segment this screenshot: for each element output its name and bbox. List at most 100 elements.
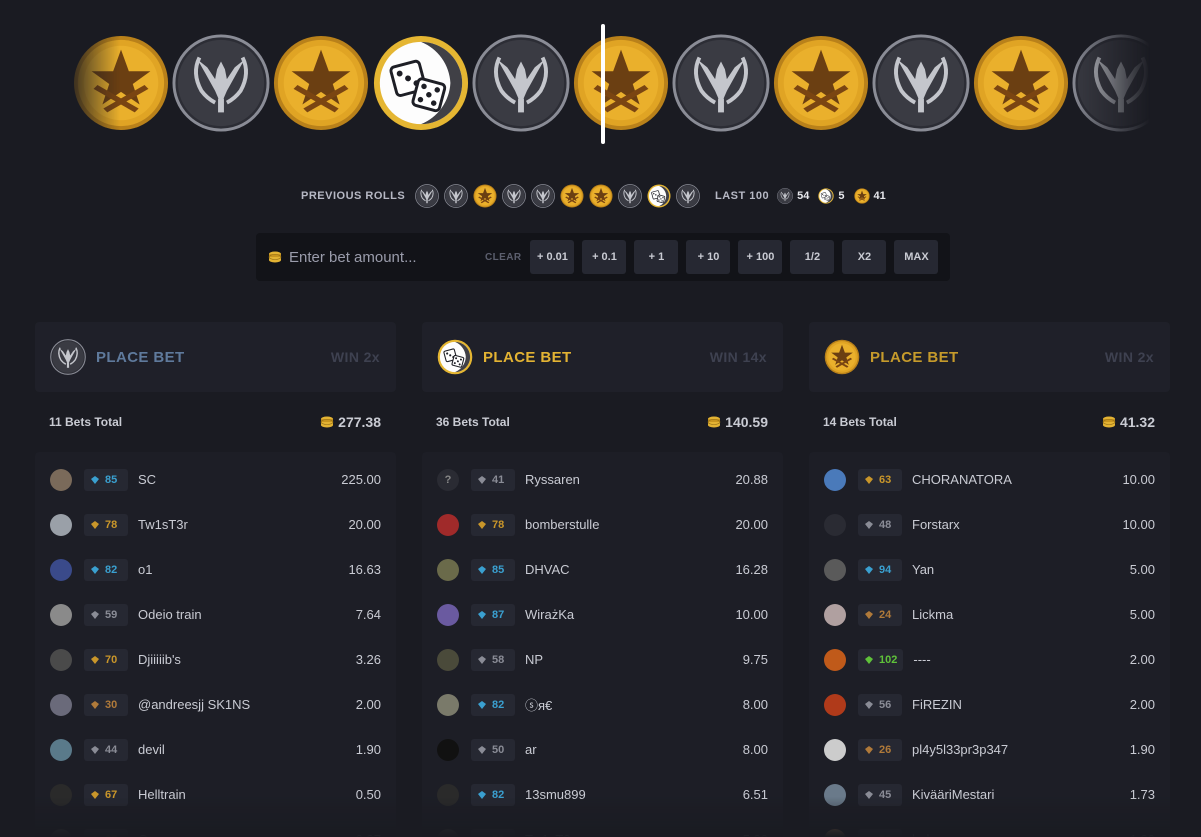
username[interactable]: @andreesjj SK1NS	[138, 697, 250, 712]
username[interactable]: Q	[138, 832, 148, 837]
avatar[interactable]	[437, 738, 459, 761]
username[interactable]: WirażKa	[525, 607, 574, 622]
username[interactable]: bomberstulle	[525, 517, 599, 532]
level-badge: 72	[858, 828, 902, 837]
username[interactable]: NP	[525, 652, 543, 667]
bet-column-bonus: PLACE BET WIN 14x 36 Bets Total 140.59? 4…	[422, 322, 783, 837]
clear-button[interactable]: CLEAR	[485, 252, 521, 263]
username[interactable]: Odeio train	[138, 607, 202, 622]
bet-row: 94 Yan 5.00	[809, 547, 1170, 592]
username[interactable]: 13smu899	[525, 787, 586, 802]
username[interactable]: Tw1sT3r	[525, 832, 575, 837]
avatar[interactable]	[437, 783, 459, 806]
t-icon	[473, 184, 497, 208]
username[interactable]: DHVAC	[525, 562, 570, 577]
level-badge: 26	[858, 738, 902, 761]
username[interactable]: Yan	[912, 562, 934, 577]
username[interactable]: Ryssaren	[525, 472, 580, 487]
level-badge: 85	[84, 468, 128, 491]
avatar[interactable]	[50, 738, 72, 761]
username[interactable]: devil	[138, 742, 165, 757]
avatar[interactable]	[50, 558, 72, 581]
avatar[interactable]	[50, 468, 72, 491]
roll-coin-ct-icon	[672, 34, 770, 132]
username[interactable]: CHORANATORA	[912, 472, 1012, 487]
win-multiplier: WIN 2x	[330, 349, 380, 365]
t-icon	[589, 184, 613, 208]
avatar[interactable]	[50, 783, 72, 806]
username[interactable]: Forstarx	[912, 517, 960, 532]
username[interactable]: Tw1sT3r	[138, 517, 188, 532]
level-value: 70	[105, 653, 118, 666]
level-badge: 63	[858, 468, 902, 491]
add-1-button[interactable]: + 1	[634, 240, 679, 274]
avatar[interactable]	[824, 783, 846, 806]
username[interactable]: Lickma	[912, 607, 953, 622]
bets-total-label: 11 Bets Total	[49, 415, 123, 429]
avatar[interactable]	[50, 648, 72, 671]
avatar[interactable]	[824, 828, 846, 837]
bet-amount: 1.90	[1129, 742, 1155, 757]
avatar[interactable]	[50, 693, 72, 716]
avatar[interactable]	[824, 468, 846, 491]
bet-row: ? 41 Ryssaren 20.88	[422, 457, 783, 502]
username[interactable]: ⓢᴙ€	[525, 695, 552, 714]
add-10-button[interactable]: + 10	[686, 240, 731, 274]
avatar[interactable]	[437, 828, 459, 837]
avatar[interactable]	[437, 603, 459, 626]
roll-coin-ct-icon	[472, 34, 570, 132]
avatar[interactable]	[824, 603, 846, 626]
avatar[interactable]	[50, 513, 72, 536]
username[interactable]: Helltrain	[138, 787, 186, 802]
bet-row: 48 Forstarx 10.00	[809, 502, 1170, 547]
avatar[interactable]	[437, 693, 459, 716]
level-badge: 85	[471, 558, 515, 581]
place-bet-button[interactable]: PLACE BET WIN 14x	[422, 322, 783, 392]
roll-marker	[601, 24, 605, 144]
add-0-01-button[interactable]: + 0.01	[530, 240, 575, 274]
level-value: 78	[105, 518, 118, 531]
ct-icon	[531, 184, 556, 208]
username[interactable]: bobo	[912, 832, 941, 837]
level-badge: 87	[471, 603, 515, 626]
level-icon	[90, 565, 100, 575]
avatar[interactable]	[824, 513, 846, 536]
add-0-1-button[interactable]: + 0.1	[582, 240, 627, 274]
username[interactable]: SC	[138, 472, 156, 487]
avatar[interactable]: ?	[437, 468, 459, 491]
place-bet-button[interactable]: PLACE BET WIN 2x	[809, 322, 1170, 392]
username[interactable]: ----	[913, 652, 930, 667]
avatar[interactable]	[824, 738, 846, 761]
bet-amount-input[interactable]	[289, 248, 479, 266]
double-button[interactable]: X2	[842, 240, 887, 274]
max-button[interactable]: MAX	[894, 240, 939, 274]
avatar[interactable]	[50, 603, 72, 626]
level-icon	[477, 610, 487, 620]
username[interactable]: Djiiiiib's	[138, 652, 181, 667]
half-button[interactable]: 1/2	[790, 240, 835, 274]
level-value: 41	[492, 473, 505, 486]
avatar[interactable]	[437, 648, 459, 671]
add-100-button[interactable]: + 100	[738, 240, 783, 274]
username[interactable]: o1	[138, 562, 152, 577]
level-value: 24	[879, 608, 892, 621]
avatar[interactable]	[437, 513, 459, 536]
level-value: 82	[492, 788, 505, 801]
bet-amount: 10.00	[1122, 517, 1155, 532]
coins-icon	[268, 250, 282, 264]
avatar[interactable]	[50, 828, 72, 837]
username[interactable]: KiväärіMestari	[912, 787, 994, 802]
place-bet-button[interactable]: PLACE BET WIN 2x	[35, 322, 396, 392]
username[interactable]: ar	[525, 742, 537, 757]
username[interactable]: pl4y5l33pr3p347	[912, 742, 1008, 757]
level-icon	[477, 700, 487, 710]
avatar[interactable]	[437, 558, 459, 581]
bonus-count: 5	[838, 190, 845, 202]
avatar[interactable]	[824, 693, 846, 716]
level-badge: 56	[858, 693, 902, 716]
bonus-dice-icon	[818, 188, 835, 204]
avatar[interactable]	[824, 558, 846, 581]
bets-list: ? 41 Ryssaren 20.88 78 bomberstulle 20.0…	[422, 452, 783, 837]
avatar[interactable]	[824, 648, 846, 671]
username[interactable]: FiREZIN	[912, 697, 962, 712]
